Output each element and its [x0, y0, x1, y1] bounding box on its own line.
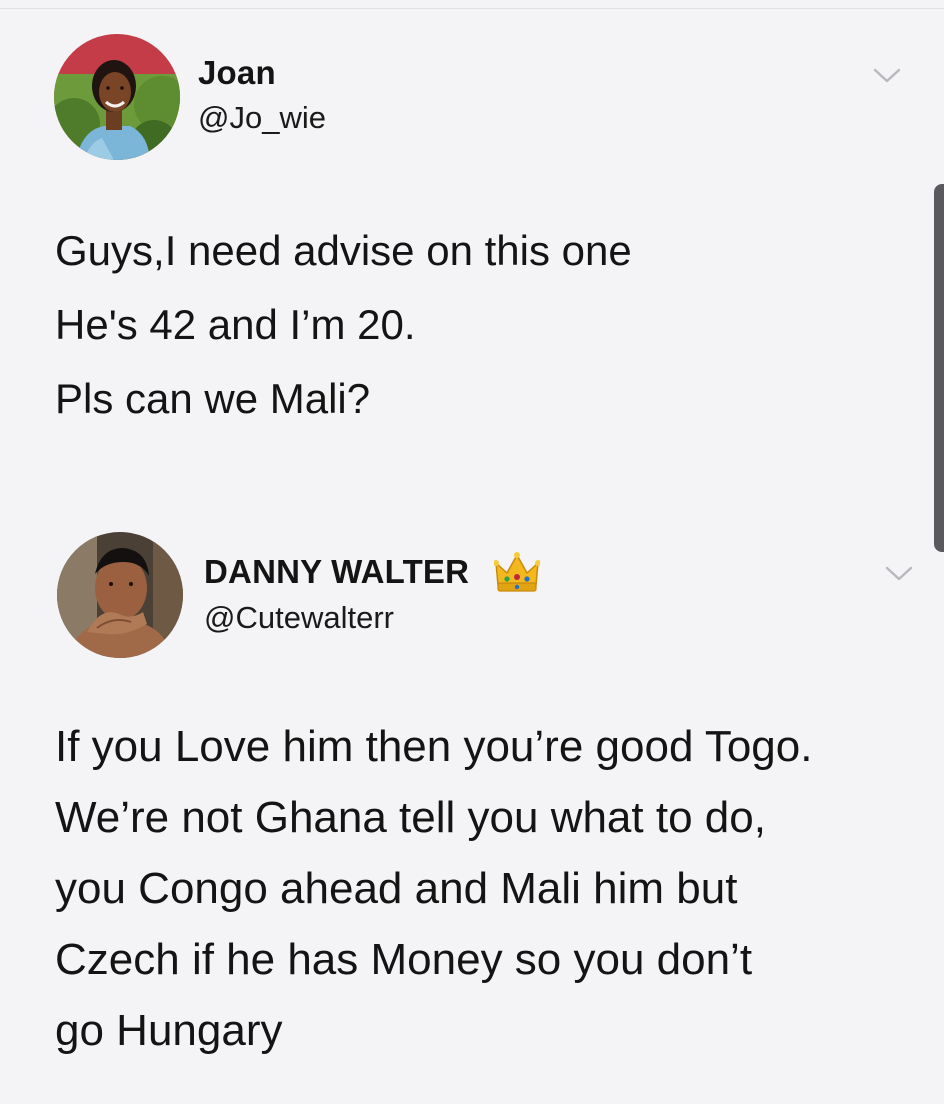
- tweet-text-line: Czech if he has Money so you don’t: [55, 935, 753, 984]
- tweet-text-line: He's 42 and I’m 20.: [55, 301, 416, 348]
- chevron-down-icon[interactable]: [872, 66, 902, 86]
- profile-photo-icon: [54, 34, 180, 160]
- tweet-joan[interactable]: Joan @Jo_wie Guys,I need advise on this …: [0, 0, 944, 520]
- user-handle[interactable]: @Cutewalterr: [204, 600, 394, 636]
- chevron-down-icon[interactable]: [884, 564, 914, 584]
- display-name[interactable]: Joan: [198, 54, 276, 92]
- tweet-text-line: Pls can we Mali?: [55, 375, 371, 422]
- avatar-danny-walter[interactable]: [57, 532, 183, 658]
- tweet-text: If you Love him then you’re good Togo. W…: [55, 711, 935, 1066]
- profile-photo-icon: [57, 532, 183, 658]
- tweet-text-line: Guys,I need advise on this one: [55, 227, 632, 274]
- tweet-text-line: go Hungary: [55, 1006, 283, 1055]
- tweet-text-line: If you Love him then you’re good Togo.: [55, 722, 813, 771]
- tweet-text: Guys,I need advise on this one He's 42 a…: [55, 214, 935, 436]
- tweet-text-line: We’re not Ghana tell you what to do,: [55, 793, 766, 842]
- user-handle[interactable]: @Jo_wie: [198, 100, 326, 136]
- crown-icon: [494, 552, 540, 592]
- scrollbar-thumb[interactable]: [934, 184, 944, 552]
- display-name[interactable]: DANNY WALTER: [204, 553, 469, 591]
- tweet-text-line: you Congo ahead and Mali him but: [55, 864, 738, 913]
- avatar-joan[interactable]: [54, 34, 180, 160]
